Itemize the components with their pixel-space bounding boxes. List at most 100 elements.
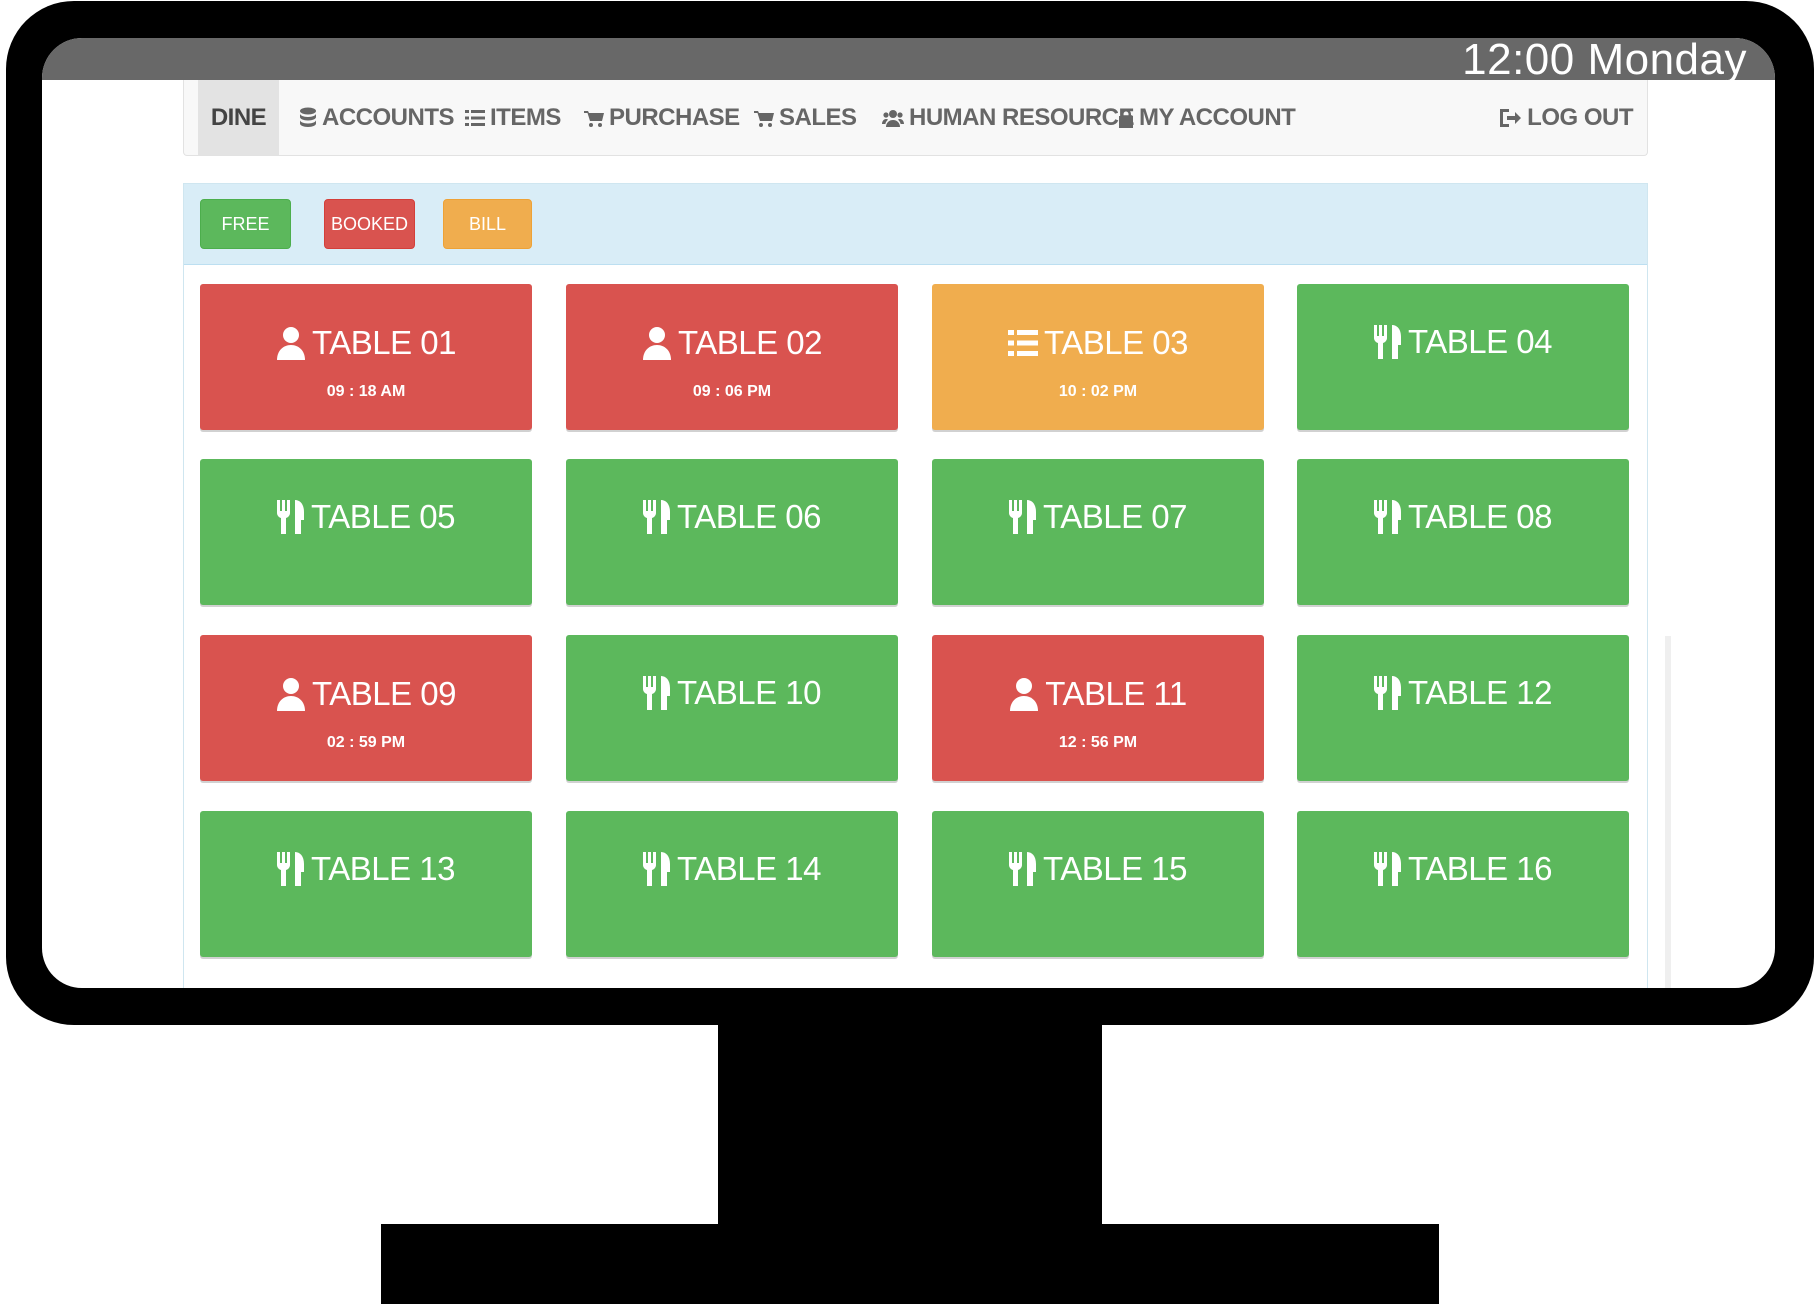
nav-purchase[interactable]: PURCHASE: [584, 80, 740, 155]
nav-label: ITEMS: [490, 103, 561, 131]
screen: 12:00 Monday DINE ACCOUNTS ITEMS PURCHAS…: [42, 38, 1775, 988]
os-clock: 12:00 Monday: [1462, 38, 1747, 84]
table-name: TABLE 10: [677, 674, 821, 711]
nav-sales[interactable]: SALES: [754, 80, 857, 155]
table-title: TABLE 12: [1297, 674, 1629, 712]
table-card[interactable]: TABLE 03 10 : 02 PM: [932, 284, 1264, 430]
nav-accounts[interactable]: ACCOUNTS: [299, 80, 455, 155]
table-time: 09 : 18 AM: [326, 383, 406, 400]
logout-icon: [1500, 108, 1522, 127]
table-card[interactable]: TABLE 16: [1297, 811, 1629, 957]
table-time: 12 : 56 PM: [1058, 734, 1138, 751]
table-card[interactable]: TABLE 04: [1297, 284, 1629, 430]
table-name: TABLE 02: [678, 324, 822, 361]
table-title: TABLE 15: [932, 850, 1264, 888]
table-title: TABLE 09: [200, 675, 532, 713]
nav-my-account[interactable]: MY ACCOUNT: [1118, 80, 1296, 155]
dine-panel: FREE BOOKED BILL TABLE 01 09 : 18 AM TABLE…: [183, 183, 1648, 988]
table-title: TABLE 06: [566, 498, 898, 536]
table-name: TABLE 06: [677, 498, 821, 535]
cutlery-icon: [643, 500, 677, 534]
user-icon: [276, 326, 312, 360]
database-icon: [300, 107, 316, 127]
table-name: TABLE 15: [1043, 850, 1187, 887]
status-legend: FREE BOOKED BILL: [184, 184, 1647, 265]
user-icon: [276, 677, 312, 711]
cutlery-icon: [1374, 325, 1408, 359]
table-card[interactable]: TABLE 07: [932, 459, 1264, 605]
table-title: TABLE 11: [932, 675, 1264, 713]
list-icon: [1008, 328, 1044, 358]
table-card[interactable]: TABLE 12: [1297, 635, 1629, 781]
nav-label: SALES: [779, 103, 857, 131]
table-name: TABLE 05: [311, 498, 455, 535]
logout-button[interactable]: LOG OUT: [1498, 80, 1633, 155]
cutlery-icon: [1009, 852, 1043, 886]
cutlery-icon: [1374, 852, 1408, 886]
nav-label: PURCHASE: [609, 103, 740, 131]
table-name: TABLE 13: [311, 850, 455, 887]
cutlery-icon: [277, 500, 311, 534]
table-card[interactable]: TABLE 10: [566, 635, 898, 781]
logout-label: LOG OUT: [1527, 103, 1633, 131]
nav-label: HUMAN RESOURCE: [909, 103, 1135, 131]
table-title: TABLE 10: [566, 674, 898, 712]
table-name: TABLE 09: [312, 675, 456, 712]
legend-booked-button[interactable]: BOOKED: [324, 199, 415, 249]
table-title: TABLE 08: [1297, 498, 1629, 536]
table-name: TABLE 03: [1044, 324, 1188, 361]
legend-bill-button[interactable]: BILL: [443, 199, 532, 249]
table-card[interactable]: TABLE 09 02 : 59 PM: [200, 635, 532, 781]
nav-label: ACCOUNTS: [322, 103, 455, 131]
users-icon: [882, 109, 904, 127]
main-navbar: DINE ACCOUNTS ITEMS PURCHASE SALES HUMAN…: [183, 80, 1648, 156]
cart-icon: [754, 110, 774, 127]
cutlery-icon: [643, 676, 677, 710]
table-title: TABLE 16: [1297, 850, 1629, 888]
table-grid: TABLE 01 09 : 18 AM TABLE 02 09 : 06 PM TABL…: [200, 284, 1632, 988]
table-card[interactable]: TABLE 15: [932, 811, 1264, 957]
table-name: TABLE 16: [1408, 850, 1552, 887]
cart-icon: [584, 110, 604, 127]
list-icon: [465, 109, 485, 126]
table-card[interactable]: TABLE 08: [1297, 459, 1629, 605]
cutlery-icon: [1374, 676, 1408, 710]
nav-items[interactable]: ITEMS: [465, 80, 561, 155]
nav-label: DINE: [210, 103, 267, 131]
scrollbar[interactable]: [1665, 636, 1671, 988]
table-name: TABLE 08: [1408, 498, 1552, 535]
table-card[interactable]: TABLE 02 09 : 06 PM: [566, 284, 898, 430]
table-card[interactable]: TABLE 06: [566, 459, 898, 605]
table-name: TABLE 04: [1408, 323, 1552, 360]
cutlery-icon: [643, 852, 677, 886]
cutlery-icon: [1374, 500, 1408, 534]
table-time: 02 : 59 PM: [326, 734, 406, 751]
nav-label: MY ACCOUNT: [1139, 103, 1296, 131]
table-time: 09 : 06 PM: [692, 383, 772, 400]
user-icon: [1009, 677, 1045, 711]
nav-dine[interactable]: DINE: [198, 80, 279, 155]
table-name: TABLE 12: [1408, 674, 1552, 711]
table-title: TABLE 07: [932, 498, 1264, 536]
table-name: TABLE 11: [1045, 675, 1187, 712]
monitor-stand-base: [381, 1224, 1439, 1304]
table-card[interactable]: TABLE 13: [200, 811, 532, 957]
table-name: TABLE 14: [677, 850, 821, 887]
cutlery-icon: [277, 852, 311, 886]
table-title: TABLE 05: [200, 498, 532, 536]
table-title: TABLE 01: [200, 324, 532, 362]
legend-free-button[interactable]: FREE: [200, 199, 291, 249]
cutlery-icon: [1009, 500, 1043, 534]
table-title: TABLE 14: [566, 850, 898, 888]
lock-icon: [1119, 108, 1133, 128]
table-card[interactable]: TABLE 11 12 : 56 PM: [932, 635, 1264, 781]
nav-human-resource[interactable]: HUMAN RESOURCE: [882, 80, 1135, 155]
table-card[interactable]: TABLE 14: [566, 811, 898, 957]
table-title: TABLE 13: [200, 850, 532, 888]
user-icon: [642, 326, 678, 360]
table-card[interactable]: TABLE 05: [200, 459, 532, 605]
table-name: TABLE 07: [1043, 498, 1187, 535]
monitor-stand-neck: [718, 1024, 1102, 1224]
table-time: 10 : 02 PM: [1058, 383, 1138, 400]
table-card[interactable]: TABLE 01 09 : 18 AM: [200, 284, 532, 430]
